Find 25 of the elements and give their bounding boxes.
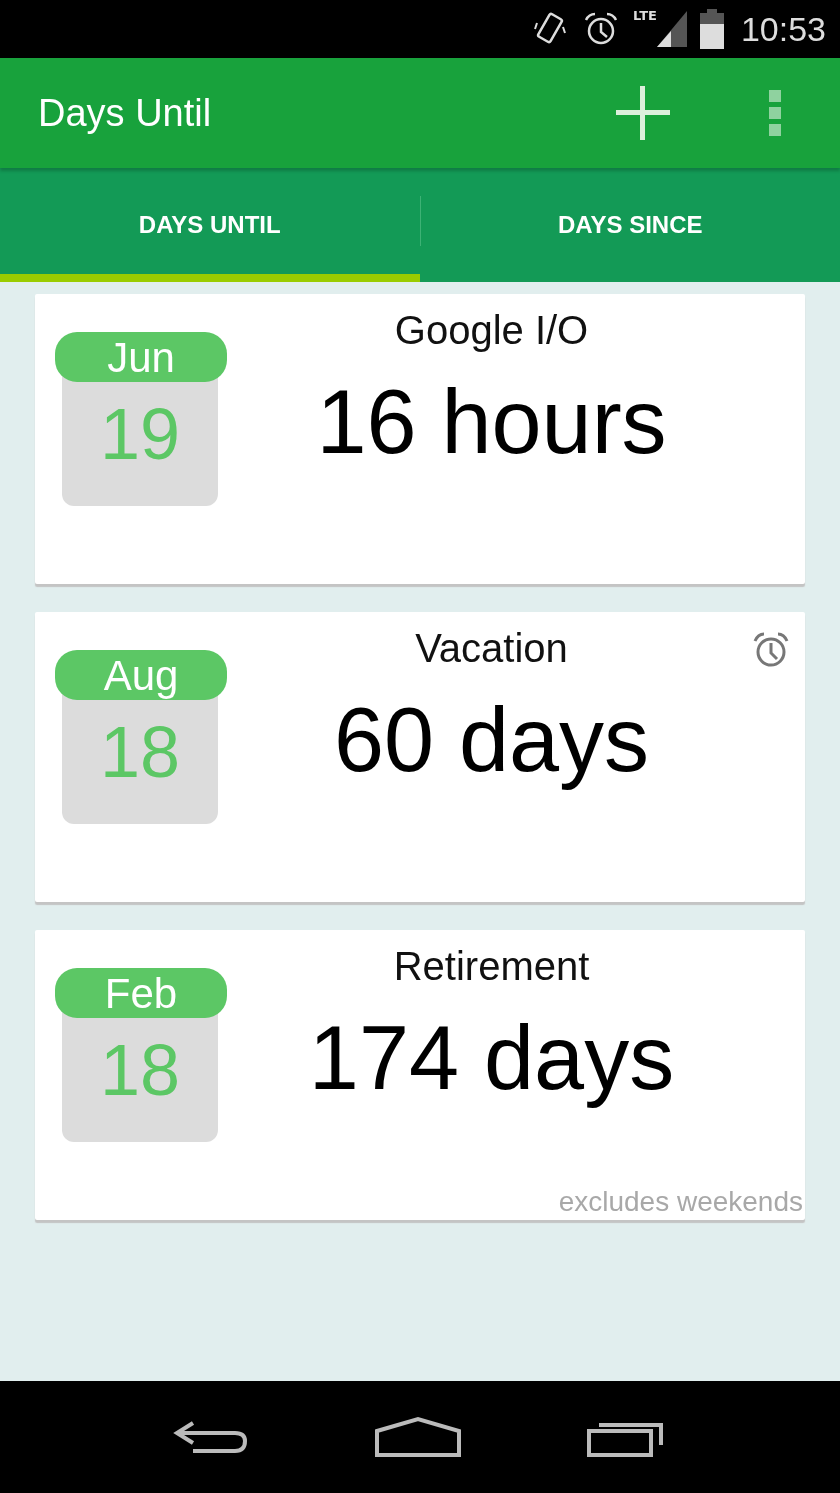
day-number: 18 — [99, 716, 181, 788]
countdown-text: 60 days — [333, 689, 650, 792]
app-title: Days Until — [38, 91, 213, 135]
event-card[interactable]: Jun 19 Google I/O 16 hours — [35, 294, 805, 584]
battery-icon — [698, 9, 725, 49]
event-title: Vacation — [415, 626, 568, 671]
home-icon[interactable] — [373, 1415, 463, 1459]
event-title: Google I/O — [394, 308, 589, 353]
tab[interactable]: DAYS UNTIL — [0, 168, 420, 282]
day-number: 19 — [99, 398, 181, 470]
day-number: 18 — [99, 1034, 181, 1106]
add-icon[interactable] — [614, 84, 672, 142]
month-label: Feb — [55, 968, 227, 1018]
signal-icon — [656, 11, 687, 47]
month-label: Aug — [55, 650, 227, 700]
event-card[interactable]: Feb 18 Retirement 174 days excludes weekends — [35, 930, 805, 1220]
event-title: Retirement — [393, 944, 590, 989]
event-card[interactable]: Aug 18 Vacation 60 days — [35, 612, 805, 902]
countdown-text: 16 hours — [316, 371, 667, 474]
month-label: Jun — [55, 332, 227, 382]
tab[interactable]: DAYS SINCE — [420, 168, 840, 282]
note-text: excludes weekends — [558, 1186, 803, 1218]
countdown-text: 174 days — [308, 1007, 675, 1110]
clock-time: 10:53 — [740, 9, 826, 49]
network-type: LTE — [633, 8, 657, 23]
